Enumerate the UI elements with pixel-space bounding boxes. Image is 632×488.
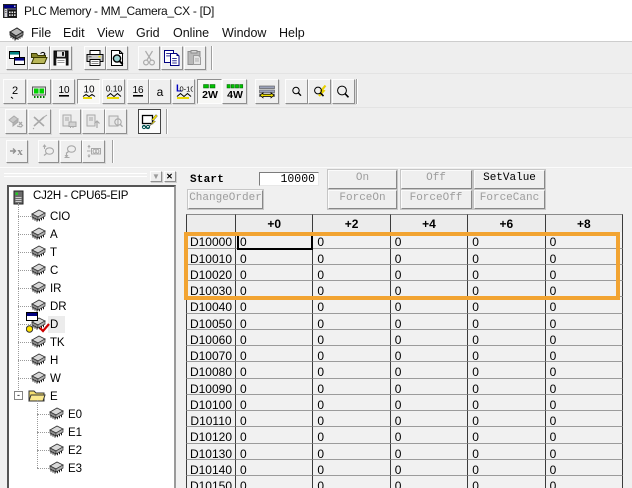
svg-text:16: 16 [132,85,144,96]
svg-text:0.10: 0.10 [105,83,122,93]
svg-text:10: 10 [58,85,70,96]
svg-text:a: a [157,85,164,99]
svg-text:0-10: 0-10 [179,84,193,93]
svg-text:2W: 2W [202,89,218,101]
svg-text:2: 2 [11,85,17,97]
svg-text:x: x [17,146,23,157]
svg-text:4W: 4W [227,89,243,101]
svg-text:10: 10 [83,84,95,95]
